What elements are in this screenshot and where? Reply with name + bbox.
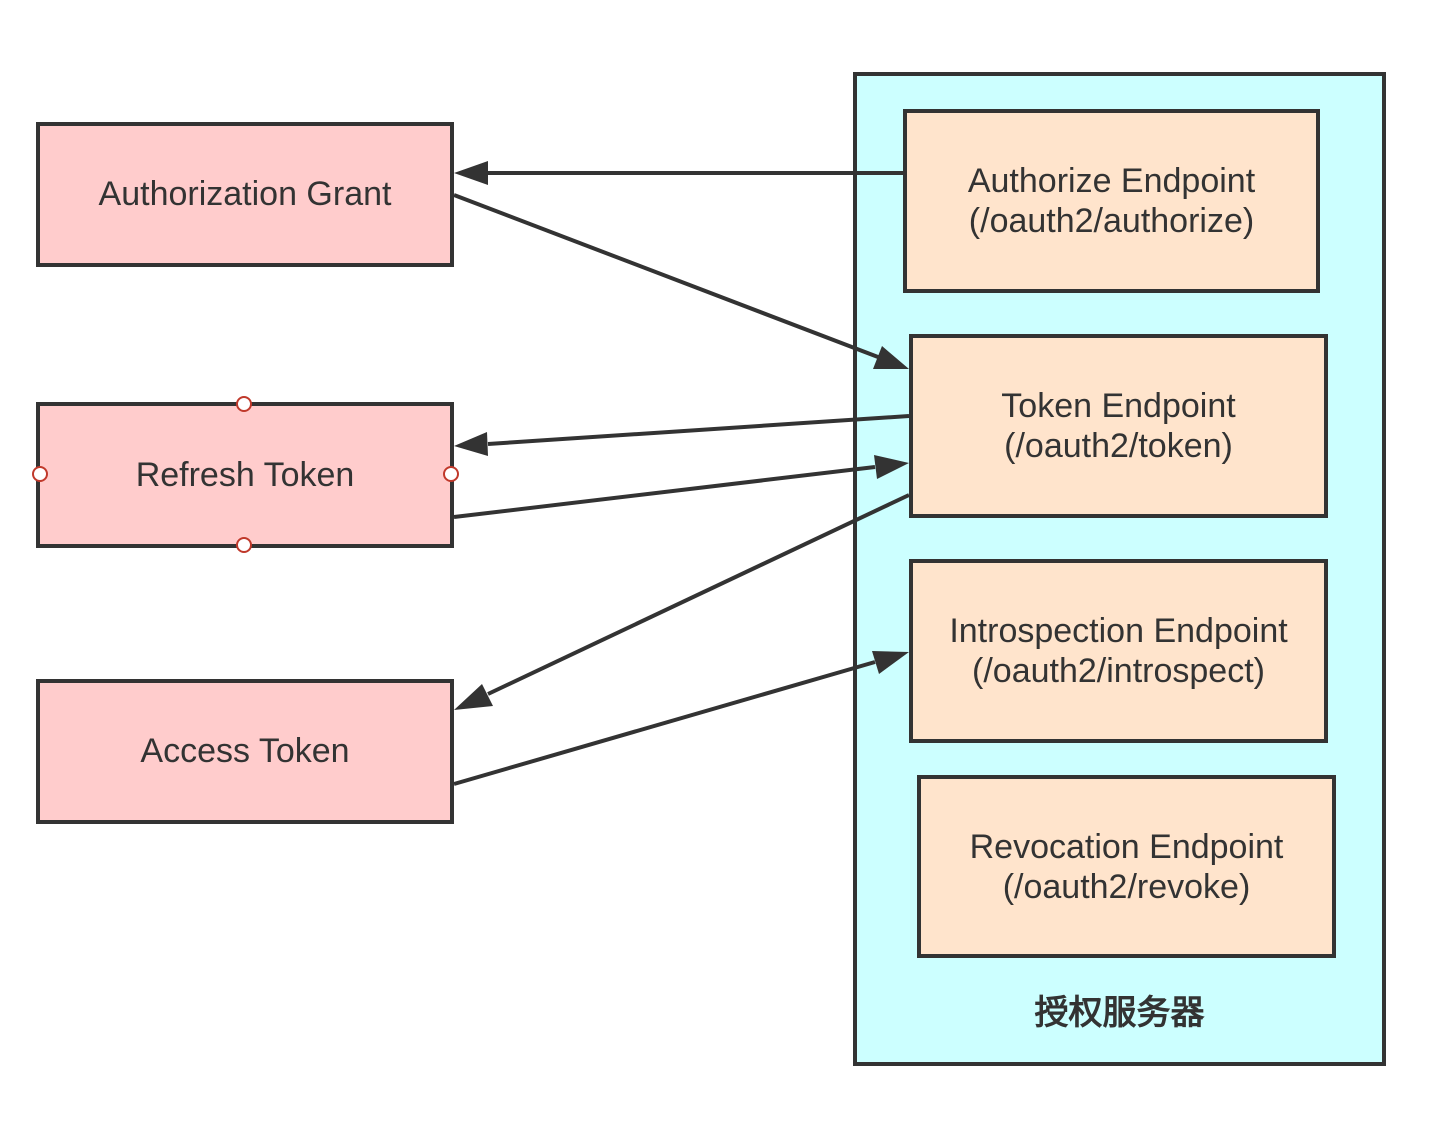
arrowhead-access-to-introspect (872, 651, 909, 674)
connector-arrows (453, 161, 910, 786)
refresh-token-handle-left[interactable] (32, 466, 48, 482)
arrowhead-authorize-to-grant (454, 161, 488, 185)
refresh-token-handle-top[interactable] (236, 396, 252, 412)
arrowhead-refresh-to-token (874, 455, 909, 479)
arrow-grant-to-token (453, 193, 879, 359)
arrow-refresh-to-token (453, 465, 876, 519)
arrow-token-to-access (487, 493, 910, 696)
refresh-token-handle-bottom[interactable] (236, 537, 252, 553)
arrowhead-grant-to-token (873, 346, 909, 369)
refresh-token-handle-right[interactable] (443, 466, 459, 482)
arrowhead-token-to-access (454, 684, 493, 710)
arrow-token-to-refresh (487, 414, 910, 446)
arrowhead-token-to-refresh (454, 432, 488, 456)
